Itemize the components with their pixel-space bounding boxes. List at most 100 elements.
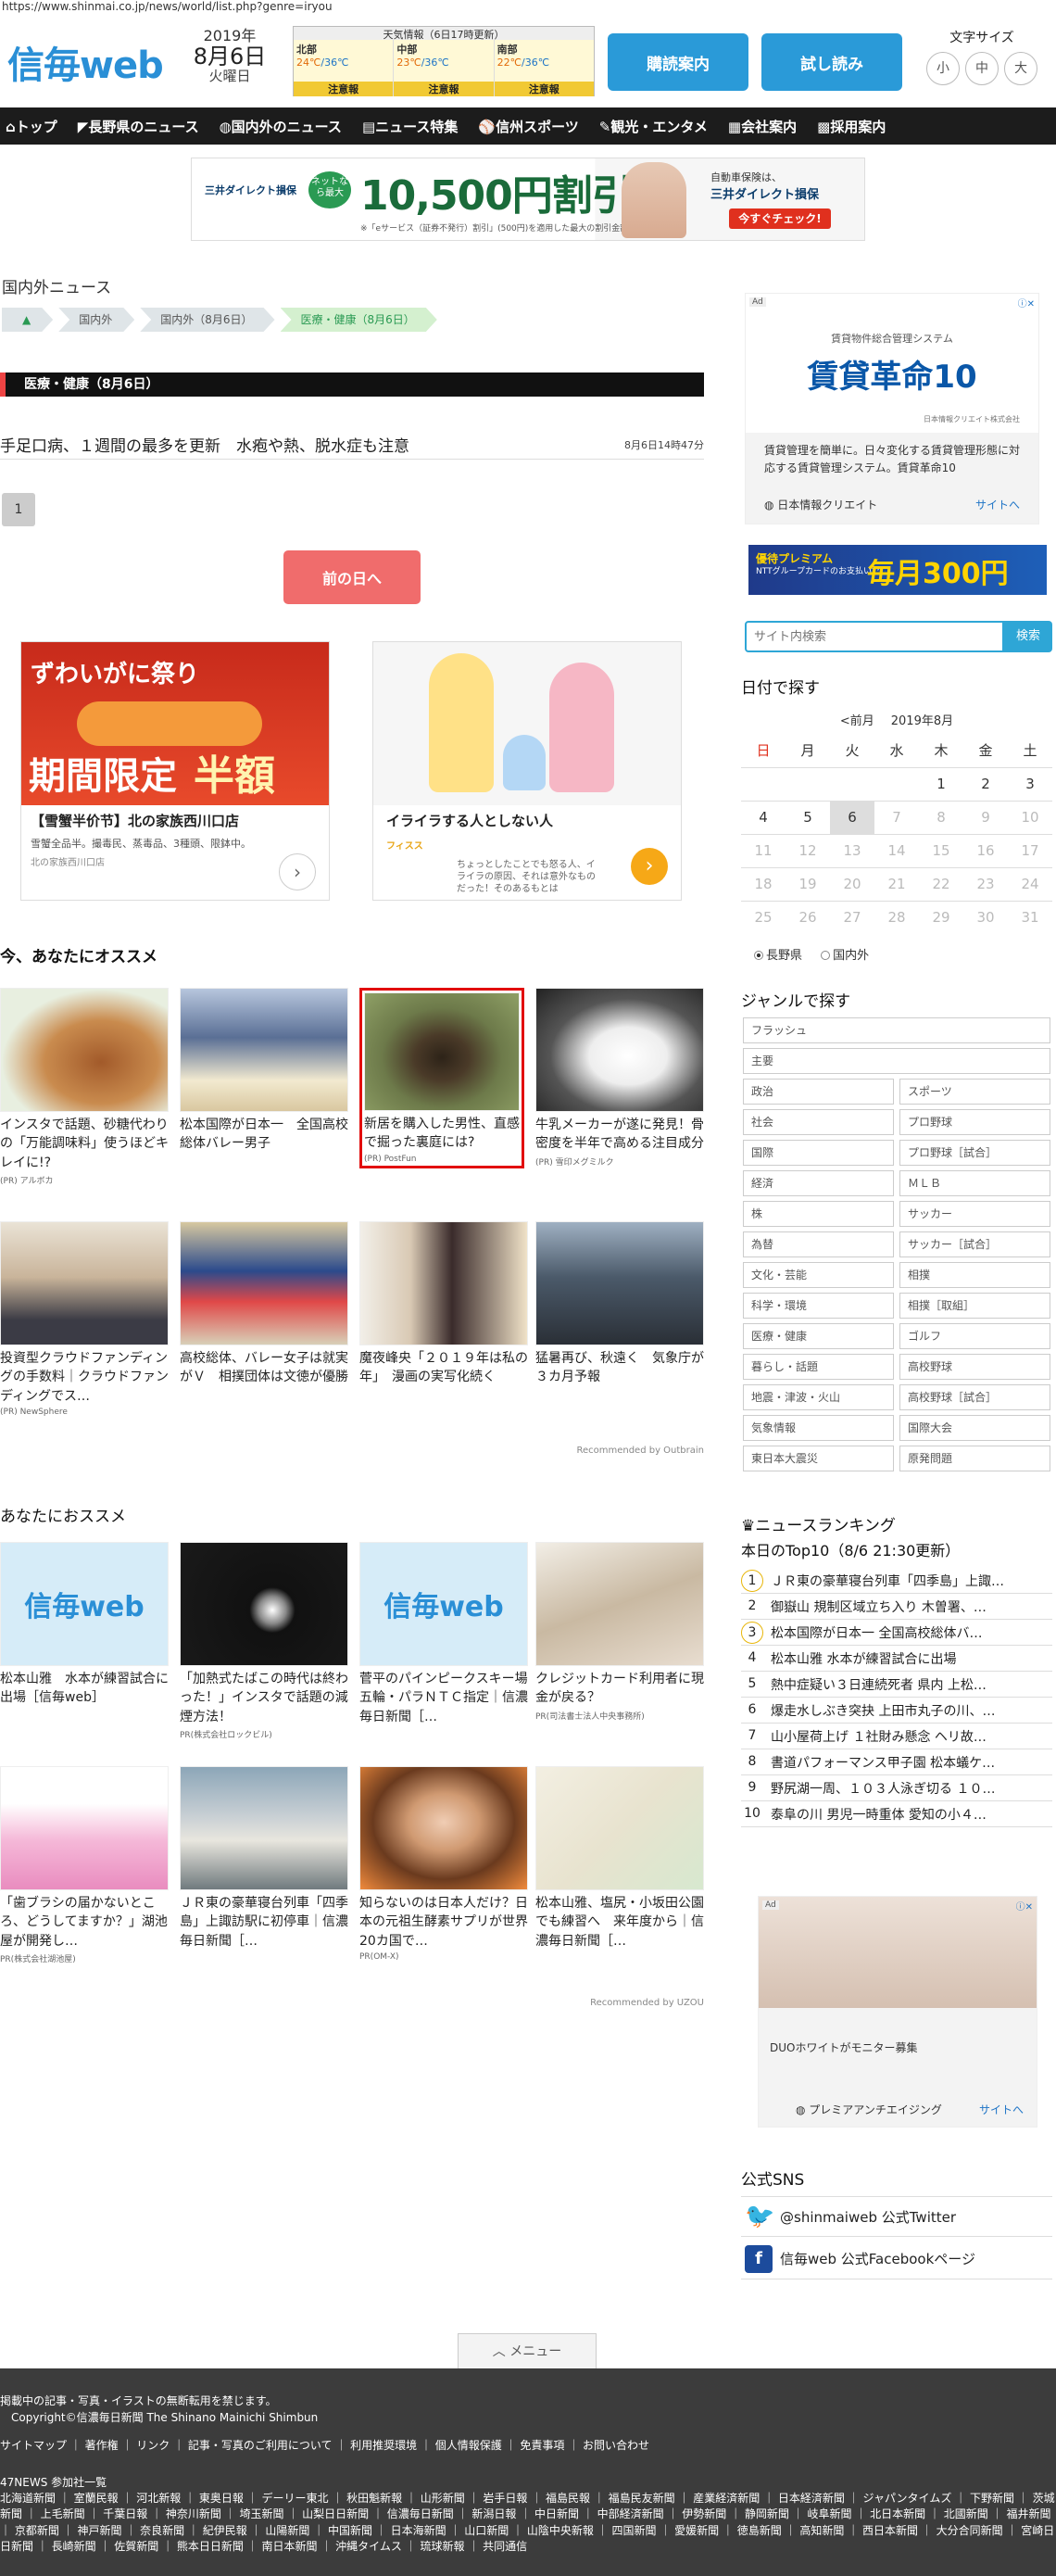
ad-site-link[interactable]: サイトへ xyxy=(979,2102,1024,2117)
side-ad-duo[interactable]: Ad ⓘ✕ DUOホワイトがモニター募集 ◍ プレミアアンチエイジング サイトへ xyxy=(758,1896,1037,2128)
recommend2-card[interactable]: 知らないのは日本人だけ？日本の元祖生酵素サプリが世界20カ国で… PR(OM-X… xyxy=(359,1766,528,1962)
genre-item[interactable]: ゴルフ xyxy=(899,1323,1050,1349)
ranking-item[interactable]: 3 松本国際が日本一 全国高校総体バ… xyxy=(741,1620,1052,1646)
recommend2-card[interactable]: 「加熱式たばこの時代は終わった！」インスタで話題の減煙方法！ PR(株式会社ロッ… xyxy=(180,1542,348,1740)
genre-item[interactable]: 経済 xyxy=(743,1170,894,1196)
genre-item[interactable]: 主要 xyxy=(743,1048,1050,1074)
recommend-card[interactable]: 松本国際が日本一 全国高校総体バレー男子 xyxy=(180,988,348,1155)
prev-month-link[interactable]: <前月 xyxy=(840,714,874,728)
ad-info-icon[interactable]: ⓘ✕ xyxy=(1016,1899,1033,1913)
chevron-right-icon[interactable]: › xyxy=(631,848,668,885)
radio-nagano[interactable]: 長野県 xyxy=(754,949,802,963)
irritation-ad[interactable]: ⓘ✕ イライラする人としない人 フィスス ちょっとしたことでも怒る人、イライラの… xyxy=(372,641,682,901)
calendar-day[interactable]: 1 xyxy=(919,766,963,801)
nav-recruit[interactable]: ▩採用案内 xyxy=(817,117,886,136)
ranking-item[interactable]: 8 書道パフォーマンス甲子園 松本蟻ケ… xyxy=(741,1749,1052,1775)
recommend-card[interactable]: 猛暑再び、秋遠く 気象庁が３カ月予報 xyxy=(535,1221,704,1389)
genre-item[interactable]: 相撲［取組］ xyxy=(899,1293,1050,1319)
genre-item[interactable]: プロ野球 xyxy=(899,1109,1050,1135)
genre-item[interactable]: 高校野球［試合］ xyxy=(899,1384,1050,1410)
side-banner-ntt[interactable]: 優待プレミアム NTTグループカードのお支払いで 毎月300円 xyxy=(748,545,1047,595)
genre-item[interactable]: 原発問題 xyxy=(899,1446,1050,1471)
outbrain-credit[interactable]: Recommended by Outbrain xyxy=(576,1446,704,1456)
crab-ad[interactable]: ⓘ✕ ずわいがに祭り 期間限定 半額 【雪蟹半价节】北の家族西川口店 雪蟹全品半… xyxy=(20,641,330,901)
footer-paper-list[interactable]: 北海道新聞 ｜ 室蘭民報 ｜ 河北新報 ｜ 東奥日報 ｜ デーリー東北 ｜ 秋田… xyxy=(0,2491,1056,2556)
genre-item[interactable]: 東日本大震災 xyxy=(743,1446,894,1471)
twitter-link[interactable]: 🐦 @shinmaiweb 公式Twitter xyxy=(741,2196,1052,2237)
recommend2-card[interactable]: ＪＲ東の豪華寝台列車「四季島」上諏訪駅に初停車｜信濃毎日新聞［… xyxy=(180,1766,348,1952)
genre-item[interactable]: 株 xyxy=(743,1201,894,1227)
genre-item[interactable]: 政治 xyxy=(743,1079,894,1105)
recommend-card[interactable]: 牛乳メーカーが遂に発見！骨密度を半年で高める注目成分 (PR) 雪印メグミルク xyxy=(535,988,704,1168)
side-ad-chintai[interactable]: Ad ⓘ✕ 賃貸物件総合管理システム 賃貸革命10 日本情報クリエイト株式会社 … xyxy=(745,293,1039,524)
font-size-large-button[interactable]: 大 xyxy=(1004,52,1037,85)
banner-cta-button[interactable]: 今すぐチェック! xyxy=(729,208,831,229)
genre-item[interactable]: 暮らし・話題 xyxy=(743,1354,894,1380)
radio-world[interactable]: 国内外 xyxy=(821,949,869,963)
prev-day-button[interactable]: 前の日へ xyxy=(283,550,421,604)
genre-item[interactable]: 国際 xyxy=(743,1140,894,1166)
recommend-card[interactable]: 高校総体、バレー女子は就実がＶ 相撲団体は文徳が優勝 xyxy=(180,1221,348,1389)
font-size-medium-button[interactable]: 中 xyxy=(965,52,999,85)
nav-world[interactable]: ◍国内外のニュース xyxy=(220,117,342,136)
ranking-item[interactable]: 10 泰阜の川 男児一時重体 愛知の小４… xyxy=(741,1801,1052,1827)
recommend-card[interactable]: 投資型クラウドファンディングの手数料｜クラウドファンディングでス… (PR) N… xyxy=(0,1221,169,1417)
calendar-day[interactable]: 5 xyxy=(786,800,830,834)
chevron-right-icon[interactable]: › xyxy=(279,853,316,890)
recommend-card-highlighted[interactable]: 新居を購入した男性、直感で掘った裏庭には? (PR) PostFun xyxy=(359,988,524,1168)
recommend2-card[interactable]: 信毎web 松本山雅 水本が練習試合に出場［信毎web］ xyxy=(0,1542,169,1710)
weather-north[interactable]: 北部 24℃/36℃ 注意報 xyxy=(294,40,395,96)
recommend2-card[interactable]: 「歯ブラシの届かないところ、どうしてますか？」湖池屋が開発し… PR(株式会社湖… xyxy=(0,1766,169,1964)
insurance-banner-ad[interactable]: 三井ダイレクト損保 ネットなら最大 10,500円割引 ※「eサービス（証券不発… xyxy=(191,158,865,241)
genre-item[interactable]: 地震・津波・火山 xyxy=(743,1384,894,1410)
nav-features[interactable]: ▤ニュース特集 xyxy=(362,117,458,136)
ranking-item[interactable]: 4 松本山雅 水本が練習試合に出場 xyxy=(741,1646,1052,1672)
recommend-card[interactable]: 魔夜峰央「２０１９年は私の年」 漫画の実写化続く xyxy=(359,1221,528,1389)
ranking-item[interactable]: 2 御嶽山 規制区域立ち入り 木曽署、… xyxy=(741,1594,1052,1620)
genre-item[interactable]: サッカー xyxy=(899,1201,1050,1227)
ranking-item[interactable]: 6 爆走水しぶき突抉 上田市丸子の川、… xyxy=(741,1698,1052,1724)
genre-item[interactable]: 気象情報 xyxy=(743,1415,894,1441)
footer-links[interactable]: サイトマップ ｜ 著作権 ｜ リンク ｜ 記事・写真のご利用について ｜ 利用推… xyxy=(0,2437,649,2453)
recommend-card[interactable]: インスタで話題、砂糖代わりの「万能調味料」使うほどキレイに!? (PR) アルボ… xyxy=(0,988,169,1186)
genre-item[interactable]: 科学・環境 xyxy=(743,1293,894,1319)
recommend2-card[interactable]: 松本山雅、塩尻・小坂田公園でも練習へ 来年度から｜信濃毎日新聞［… xyxy=(535,1766,704,1952)
genre-item[interactable]: サッカー［試合］ xyxy=(899,1231,1050,1257)
ranking-item[interactable]: 7 山小屋荷上げ １社財み懸念 ヘリ故… xyxy=(741,1724,1052,1749)
weather-south[interactable]: 南部 22℃/36℃ 注意報 xyxy=(494,40,594,96)
ad-site-link[interactable]: サイトへ xyxy=(975,497,1020,514)
breadcrumb-item[interactable]: 国内外（8月6日） xyxy=(140,308,274,332)
genre-item[interactable]: 社会 xyxy=(743,1109,894,1135)
recommend2-card[interactable]: クレジットカード利用者に現金が戻る？ PR(司法書士法人中央事務所) xyxy=(535,1542,704,1722)
article-link[interactable]: 手足口病、１週間の最多を更新 水疱や熱、脱水症も注意 xyxy=(0,433,409,456)
genre-item[interactable]: スポーツ xyxy=(899,1079,1050,1105)
calendar-day[interactable]: 3 xyxy=(1008,766,1052,801)
uzou-credit[interactable]: Recommended by UZOU xyxy=(590,1998,704,2008)
ad-info-icon[interactable]: ⓘ✕ xyxy=(1018,296,1035,309)
nav-company[interactable]: ▦会社案内 xyxy=(728,117,797,136)
weather-central[interactable]: 中部 23℃/36℃ 注意報 xyxy=(394,40,495,96)
breadcrumb-home[interactable]: ▲ xyxy=(2,308,53,332)
ranking-item[interactable]: 5 熱中症疑い３日連続死者 県内 上松… xyxy=(741,1672,1052,1698)
subscribe-button[interactable]: 購読案内 xyxy=(608,33,748,91)
menu-toggle-button[interactable]: ︿ メニュー xyxy=(458,2333,597,2368)
calendar-day[interactable]: 2 xyxy=(963,766,1008,801)
genre-item[interactable]: 高校野球 xyxy=(899,1354,1050,1380)
breadcrumb-item[interactable]: 国内外 xyxy=(58,308,134,332)
ranking-item[interactable]: 9 野尻湖一周、１０３人泳ぎ切る １０… xyxy=(741,1775,1052,1801)
calendar-day-today[interactable]: 6 xyxy=(830,800,874,834)
nav-sports[interactable]: ⚾信州スポーツ xyxy=(478,117,578,136)
genre-item[interactable]: 為替 xyxy=(743,1231,894,1257)
genre-item[interactable]: ＭＬＢ xyxy=(899,1170,1050,1196)
nav-tourism[interactable]: ✎観光・エンタメ xyxy=(599,117,708,136)
nav-top[interactable]: ⌂トップ xyxy=(6,117,57,136)
genre-item[interactable]: 医療・健康 xyxy=(743,1323,894,1349)
trial-button[interactable]: 試し読み xyxy=(761,33,902,91)
search-button[interactable]: 検索 xyxy=(1004,621,1052,652)
recommend2-card[interactable]: 信毎web 菅平のパインピークスキー場 五輪・パラＮＴＣ指定｜信濃毎日新聞［… xyxy=(359,1542,541,1728)
nav-nagano[interactable]: ◤長野県のニュース xyxy=(78,117,199,136)
genre-item[interactable]: フラッシュ xyxy=(743,1017,1050,1043)
facebook-link[interactable]: f 信毎web 公式Facebookページ xyxy=(741,2239,1052,2279)
pagination-page[interactable]: 1 xyxy=(2,493,35,526)
font-size-small-button[interactable]: 小 xyxy=(926,52,960,85)
